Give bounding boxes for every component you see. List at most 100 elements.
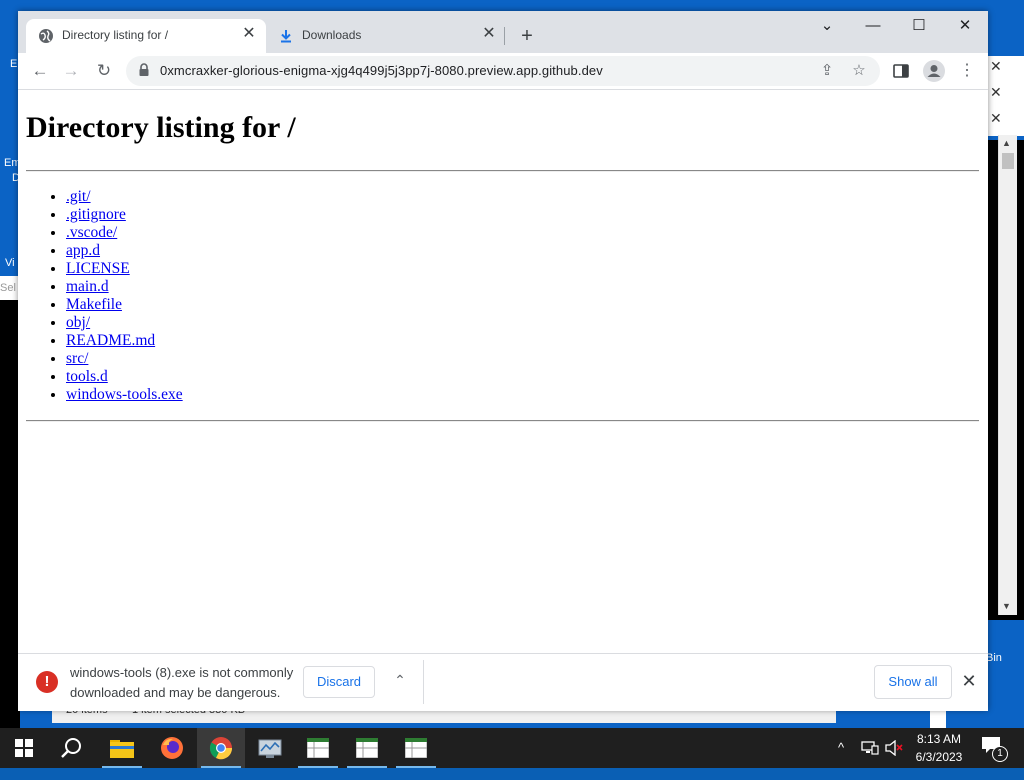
file-link[interactable]: .vscode/: [66, 224, 117, 241]
background-window-edge: [930, 708, 946, 728]
file-explorer-icon: [110, 740, 134, 758]
list-item: .git/: [66, 188, 183, 206]
scroll-up-icon[interactable]: ▲: [1002, 138, 1011, 148]
chrome-icon: [209, 737, 233, 760]
taskbar-spreadsheet-3[interactable]: [392, 728, 440, 768]
maximize-button[interactable]: ☐: [896, 11, 942, 41]
list-item: app.d: [66, 242, 183, 260]
list-item: obj/: [66, 314, 183, 332]
file-link[interactable]: Makefile: [66, 296, 122, 313]
desktop-icon-label[interactable]: E: [10, 58, 17, 70]
file-link[interactable]: obj/: [66, 314, 90, 331]
list-item: windows-tools.exe: [66, 386, 183, 404]
minimize-button[interactable]: —: [850, 11, 896, 41]
back-button[interactable]: ←: [27, 58, 53, 84]
list-item: src/: [66, 350, 183, 368]
file-link[interactable]: app.d: [66, 242, 100, 259]
file-link[interactable]: src/: [66, 350, 88, 367]
profile-avatar-icon[interactable]: [923, 60, 945, 82]
background-search-input[interactable]: Sel: [0, 276, 20, 300]
background-scrollbar[interactable]: ▲ ▼: [998, 135, 1017, 615]
file-list: .git/ .gitignore .vscode/ app.d LICENSE …: [26, 188, 183, 404]
globe-icon: [39, 29, 53, 43]
file-link[interactable]: README.md: [66, 332, 155, 349]
menu-kebab-icon[interactable]: ⋮: [954, 58, 980, 84]
share-icon[interactable]: ⇪: [816, 60, 838, 82]
network-icon[interactable]: [861, 741, 879, 755]
page-title: Directory listing for /: [26, 111, 296, 144]
bookmark-star-icon[interactable]: ☆: [848, 60, 870, 82]
show-all-button[interactable]: Show all: [874, 665, 952, 699]
reload-button[interactable]: ↻: [91, 58, 117, 84]
windows-logo-icon: [15, 739, 33, 757]
file-link[interactable]: main.d: [66, 278, 109, 295]
divider: [26, 420, 979, 422]
background-window-tabs: ✕ ✕ ✕: [986, 56, 1024, 136]
taskbar-file-explorer[interactable]: [98, 728, 146, 768]
taskbar-firefox[interactable]: [148, 728, 196, 768]
spreadsheet-icon: [307, 738, 329, 758]
browser-window: Directory listing for / ✕ Downloads ✕ + …: [18, 11, 988, 711]
taskbar-chrome[interactable]: [197, 728, 245, 768]
lock-icon[interactable]: [138, 63, 150, 77]
taskbar-spreadsheet-2[interactable]: [343, 728, 391, 768]
task-app-icon: [258, 739, 282, 758]
divider: [26, 170, 979, 172]
tab-downloads[interactable]: Downloads ✕: [266, 19, 506, 53]
start-button[interactable]: [0, 728, 48, 768]
scroll-down-icon[interactable]: ▼: [1002, 601, 1011, 611]
close-icon[interactable]: ✕: [990, 110, 1002, 127]
file-link[interactable]: LICENSE: [66, 260, 130, 277]
download-icon: [281, 30, 291, 43]
close-icon[interactable]: ✕: [990, 58, 1002, 75]
taskbar-task-app[interactable]: [246, 728, 294, 768]
list-item: .gitignore: [66, 206, 183, 224]
tab-close-icon[interactable]: ✕: [480, 25, 498, 43]
page-content: Directory listing for / .git/ .gitignore…: [18, 90, 988, 652]
file-link[interactable]: .git/: [66, 188, 91, 205]
taskbar-spreadsheet-1[interactable]: [294, 728, 342, 768]
file-link[interactable]: .gitignore: [66, 206, 126, 223]
download-warning-message: windows-tools (8).exe is not commonly do…: [70, 665, 294, 700]
side-panel-icon[interactable]: [893, 64, 909, 78]
list-item: LICENSE: [66, 260, 183, 278]
notification-center-button[interactable]: 1: [981, 736, 1008, 762]
tab-directory-listing[interactable]: Directory listing for / ✕: [26, 19, 266, 53]
recycle-bin-label[interactable]: Bin: [986, 652, 1002, 664]
firefox-icon: [161, 737, 183, 759]
desktop-icon-label[interactable]: Vi: [5, 257, 15, 269]
url-text[interactable]: 0xmcraxker-glorious-enigma-xjg4q499j5j3p…: [160, 63, 603, 78]
browser-toolbar: ← → ↻ 0xmcraxker-glorious-enigma-xjg4q49…: [18, 53, 988, 90]
list-item: README.md: [66, 332, 183, 350]
forward-button[interactable]: →: [58, 58, 84, 84]
file-link[interactable]: windows-tools.exe: [66, 386, 183, 403]
tab-search-button[interactable]: ⌄: [804, 11, 850, 41]
system-clock[interactable]: 8:13 AM 6/3/2023: [908, 730, 970, 766]
search-button[interactable]: [48, 728, 96, 768]
list-item: .vscode/: [66, 224, 183, 242]
volume-muted-icon[interactable]: [885, 740, 903, 756]
notification-count-badge: 1: [992, 746, 1008, 762]
spreadsheet-icon: [405, 738, 427, 758]
new-tab-button[interactable]: +: [515, 24, 539, 48]
scroll-thumb[interactable]: [1002, 153, 1014, 169]
tab-close-icon[interactable]: ✕: [240, 25, 258, 43]
desktop-dark-region: [0, 300, 20, 728]
address-bar[interactable]: 0xmcraxker-glorious-enigma-xjg4q499j5j3p…: [126, 56, 880, 86]
tab-title: Directory listing for /: [62, 28, 169, 42]
search-icon: [61, 738, 81, 758]
list-item: Makefile: [66, 296, 183, 314]
tab-title: Downloads: [302, 28, 362, 42]
list-item: tools.d: [66, 368, 183, 386]
discard-button[interactable]: Discard: [303, 666, 375, 698]
list-item: main.d: [66, 278, 183, 296]
clock-date: 6/3/2023: [915, 750, 963, 764]
taskbar: ^ 8:13 AM 6/3/2023 1: [0, 728, 1024, 768]
close-download-bar-button[interactable]: ✕: [958, 670, 980, 692]
clock-time: 8:13 AM: [916, 732, 962, 746]
close-window-button[interactable]: ✕: [942, 11, 988, 41]
chevron-up-icon[interactable]: ⌃: [388, 668, 412, 692]
file-link[interactable]: tools.d: [66, 368, 108, 385]
close-icon[interactable]: ✕: [990, 84, 1002, 101]
show-hidden-icons-chevron-icon[interactable]: ^: [838, 740, 844, 780]
